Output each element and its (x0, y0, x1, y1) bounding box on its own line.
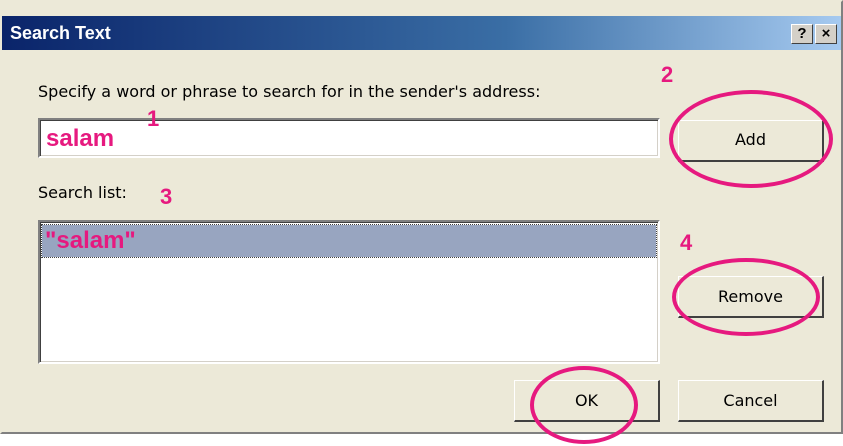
prompt-label: Specify a word or phrase to search for i… (38, 82, 541, 101)
annotation-4: 4 (680, 230, 693, 255)
annotation-circle-ok (530, 366, 638, 444)
search-input-value: salam (46, 125, 115, 152)
window-title: Search Text (10, 23, 111, 43)
list-item-label: "salam" (45, 227, 136, 254)
annotation-circle-remove (672, 258, 820, 336)
search-list[interactable]: "salam" (38, 220, 660, 364)
search-input[interactable]: salam (38, 118, 660, 158)
cancel-button[interactable]: Cancel (678, 380, 824, 422)
annotation-2: 2 (661, 62, 674, 87)
search-list-item-selected[interactable]: "salam" (41, 224, 657, 258)
annotation-1: 1 (147, 106, 160, 131)
annotation-3: 3 (160, 184, 173, 209)
search-text-dialog: Search Text ? × Specify a word or phrase… (0, 0, 843, 434)
help-button[interactable]: ? (791, 24, 813, 44)
search-list-label: Search list: (38, 183, 127, 202)
close-button[interactable]: × (815, 24, 837, 44)
annotation-circle-add (669, 90, 833, 188)
title-bar[interactable]: Search Text ? × (2, 16, 841, 50)
